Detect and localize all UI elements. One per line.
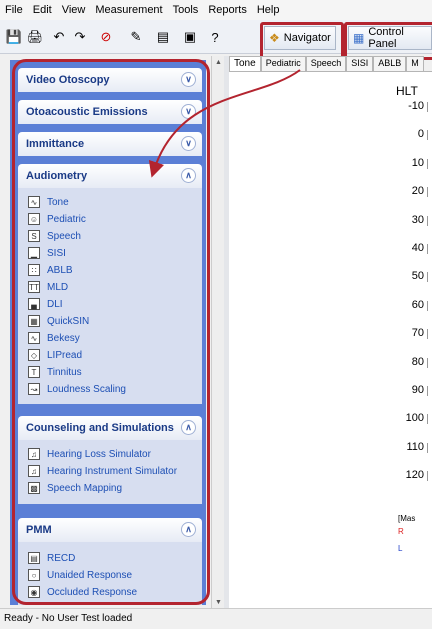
level-tick [427,102,432,112]
level-label: 0 [417,128,424,141]
level-label: 70 [411,327,424,340]
legend-right-ear: R [398,527,404,536]
menu-view[interactable]: View [62,4,86,16]
pointer-arrow [148,69,301,178]
tab-ablb[interactable]: ABLB [373,56,407,71]
level-tick [427,357,432,368]
level-tick [427,215,432,226]
tab-more[interactable]: M [406,56,424,71]
menu-edit[interactable]: Edit [33,4,52,16]
no-icon[interactable]: ⊘ [98,29,114,45]
tab-sisi[interactable]: SISI [346,56,374,71]
tab-speech[interactable]: Speech [305,56,347,71]
level-tick [427,300,432,311]
level-label: 10 [411,156,424,169]
level-label: 120 [405,469,424,482]
level-tick [427,442,432,453]
level-tick [427,386,432,396]
hl-unit-label: HLT [396,84,418,98]
level-tick [427,130,432,141]
save-icon[interactable]: 💾 [6,29,22,45]
menu-bar: File Edit View Measurement Tools Reports… [0,0,432,20]
control-panel-highlight [344,22,432,60]
menu-reports[interactable]: Reports [208,4,247,16]
level-tick [427,244,432,254]
help-icon[interactable]: ? [207,29,223,45]
level-tick [427,329,432,340]
status-bar: Ready - No User Test loaded [0,608,432,629]
level-label: 60 [411,298,424,311]
level-label: 80 [411,355,424,368]
level-label: 30 [411,213,424,226]
menu-help[interactable]: Help [257,4,280,16]
edit-icon[interactable]: ✎ [128,29,144,45]
level-tick [427,471,432,482]
menu-measurement[interactable]: Measurement [95,4,162,16]
menu-tools[interactable]: Tools [173,4,199,16]
legend-left-ear: L [398,544,403,553]
level-tick [427,187,432,198]
masking-legend: [Mas [398,514,416,523]
level-label: 110 [406,440,424,453]
level-label: 90 [411,384,424,396]
book-icon[interactable]: ▤ [155,29,171,45]
level-label: 100 [405,412,424,425]
menu-file[interactable]: File [5,4,23,16]
level-label: 20 [411,185,424,198]
level-label: 40 [411,242,424,254]
print-icon[interactable]: 🖨 [27,29,44,45]
monitor-icon[interactable]: ▣ [182,29,198,45]
level-tick [427,272,432,283]
undo-icon[interactable]: ↶ [51,29,67,45]
level-label: 50 [411,270,424,283]
level-tick [427,414,432,425]
level-tick [427,158,432,169]
level-label: -10 [408,100,424,112]
navigator-highlight [260,22,344,60]
redo-icon[interactable]: ↷ [72,29,88,45]
